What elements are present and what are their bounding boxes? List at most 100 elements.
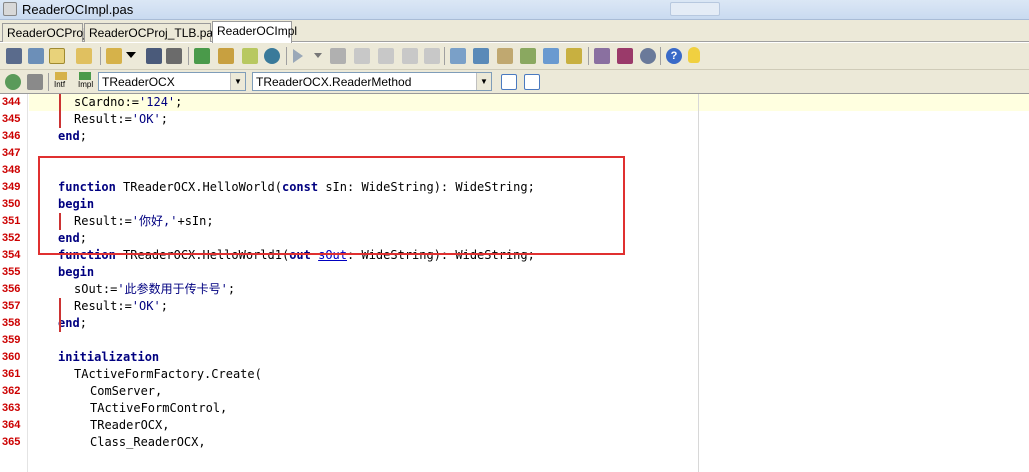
remove-file-icon[interactable]	[218, 48, 234, 64]
code-line[interactable]: 357 Result:='OK';	[0, 298, 1029, 315]
run-icon[interactable]	[293, 49, 303, 63]
line-number: 362	[2, 385, 21, 397]
code-text: Result:='OK';	[74, 299, 168, 313]
install-icon[interactable]	[566, 48, 582, 64]
line-number: 361	[2, 368, 21, 380]
line-number: 351	[2, 215, 21, 227]
component-palette-icon[interactable]	[450, 48, 466, 64]
interface-icon[interactable]: Intf	[54, 72, 70, 91]
code-line[interactable]: 364 TReaderOCX,	[0, 417, 1029, 434]
line-number: 345	[2, 113, 21, 125]
trace-to-next-icon[interactable]	[402, 48, 418, 64]
debug-icon[interactable]	[264, 48, 280, 64]
component-icon[interactable]	[543, 48, 559, 64]
class-combo-value: TReaderOCX	[102, 75, 175, 89]
step-over-icon[interactable]	[354, 48, 370, 64]
line-number: 359	[2, 334, 21, 346]
save-all-icon[interactable]	[166, 48, 182, 64]
code-text: initialization	[58, 350, 160, 364]
code-text: sCardno:='124';	[74, 95, 183, 109]
open-icon[interactable]	[106, 48, 122, 64]
toolbar-separator	[188, 47, 189, 65]
code-line[interactable]: 361 TActiveFormFactory.Create(	[0, 366, 1029, 383]
code-text: TReaderOCX,	[90, 418, 170, 432]
title-bar-button[interactable]	[670, 2, 720, 16]
code-line[interactable]: 359	[0, 332, 1029, 349]
chevron-down-icon[interactable]: ▼	[230, 73, 245, 90]
code-line[interactable]: 360 initialization	[0, 349, 1029, 366]
tip-lightbulb-icon[interactable]	[688, 47, 700, 63]
tab-readerocproj-tlb[interactable]: ReaderOCProj_TLB.pas*	[84, 23, 224, 42]
tab-label: ReaderOCImpl	[217, 24, 298, 38]
code-text: TActiveFormFactory.Create(	[74, 367, 262, 381]
help-icon[interactable]: ?	[666, 48, 682, 64]
align-left-icon[interactable]	[501, 74, 517, 90]
code-line[interactable]: 363 TActiveFormControl,	[0, 400, 1029, 417]
code-line[interactable]: 346 end;	[0, 128, 1029, 145]
checklist-icon[interactable]	[242, 48, 258, 64]
highlight-box	[38, 156, 625, 255]
line-number: 360	[2, 351, 21, 363]
code-line[interactable]: 345 Result:='OK';	[0, 111, 1029, 128]
line-number: 365	[2, 436, 21, 448]
align-center-icon[interactable]	[524, 74, 540, 90]
database-icon[interactable]	[617, 48, 633, 64]
code-editor[interactable]: 344 sCardno:='124'; 345 Result:='OK'; 346 end…	[0, 94, 1029, 472]
run-to-cursor-icon[interactable]	[424, 48, 440, 64]
edit-icon[interactable]	[497, 48, 513, 64]
code-line[interactable]: 362 ComServer,	[0, 383, 1029, 400]
toolbar-separator	[286, 47, 287, 65]
code-line[interactable]: 358 end;	[0, 315, 1029, 332]
impl-label: Impl	[78, 80, 94, 89]
run-dropdown-icon[interactable]	[314, 53, 322, 58]
tab-readerocimpl[interactable]: ReaderOCImpl	[212, 21, 297, 43]
save-icon[interactable]	[146, 48, 162, 64]
line-number: 354	[2, 249, 21, 261]
tools-icon[interactable]	[594, 48, 610, 64]
method-combo[interactable]: TReaderOCX.ReaderMethod ▼	[252, 72, 492, 91]
view-form-icon[interactable]	[28, 48, 44, 64]
package-icon[interactable]	[520, 48, 536, 64]
new-item-icon[interactable]	[49, 48, 65, 64]
browse-back-icon[interactable]	[5, 74, 21, 90]
code-line[interactable]: 365 Class_ReaderOCX,	[0, 434, 1029, 451]
code-text: Class_ReaderOCX,	[90, 435, 206, 449]
line-number: 346	[2, 130, 21, 142]
chevron-down-icon[interactable]: ▼	[476, 73, 491, 90]
code-line[interactable]: 355 begin	[0, 264, 1029, 281]
implementation-icon[interactable]: Impl	[78, 72, 94, 91]
intf-label: Intf	[54, 80, 66, 89]
line-number: 350	[2, 198, 21, 210]
pause-icon[interactable]	[330, 48, 346, 64]
title-bar: ReaderOCImpl.pas	[0, 0, 1029, 20]
code-text: TActiveFormControl,	[90, 401, 228, 415]
toolbar-separator	[48, 73, 49, 91]
line-number: 348	[2, 164, 21, 176]
object-inspector-icon[interactable]	[473, 48, 489, 64]
line-number: 363	[2, 402, 21, 414]
line-number: 364	[2, 419, 21, 431]
browse-forward-icon[interactable]	[27, 74, 43, 90]
trace-into-icon[interactable]	[378, 48, 394, 64]
settings-icon[interactable]	[640, 48, 656, 64]
toolbar-separator	[444, 47, 445, 65]
line-number: 356	[2, 283, 21, 295]
dropdown-arrow-icon[interactable]	[126, 52, 136, 58]
line-number: 358	[2, 317, 21, 329]
editor-tabs: ReaderOCProj ReaderOCProj_TLB.pas* Reade…	[0, 20, 1029, 43]
open-project-icon[interactable]	[76, 48, 92, 64]
app-icon	[3, 2, 17, 16]
line-number: 357	[2, 300, 21, 312]
code-text: Result:='OK';	[74, 112, 168, 126]
code-line[interactable]: 344 sCardno:='124';	[0, 94, 1029, 111]
code-line[interactable]: 356 sOut:='此参数用于传卡号';	[0, 281, 1029, 298]
window-title: ReaderOCImpl.pas	[22, 2, 134, 17]
add-file-icon[interactable]	[194, 48, 210, 64]
method-combo-value: TReaderOCX.ReaderMethod	[256, 75, 412, 89]
line-number: 352	[2, 232, 21, 244]
tab-readerocproj[interactable]: ReaderOCProj	[2, 23, 86, 42]
toolbar-separator	[100, 47, 101, 65]
block-bar	[59, 94, 61, 128]
class-combo[interactable]: TReaderOCX ▼	[98, 72, 246, 91]
view-unit-icon[interactable]	[6, 48, 22, 64]
